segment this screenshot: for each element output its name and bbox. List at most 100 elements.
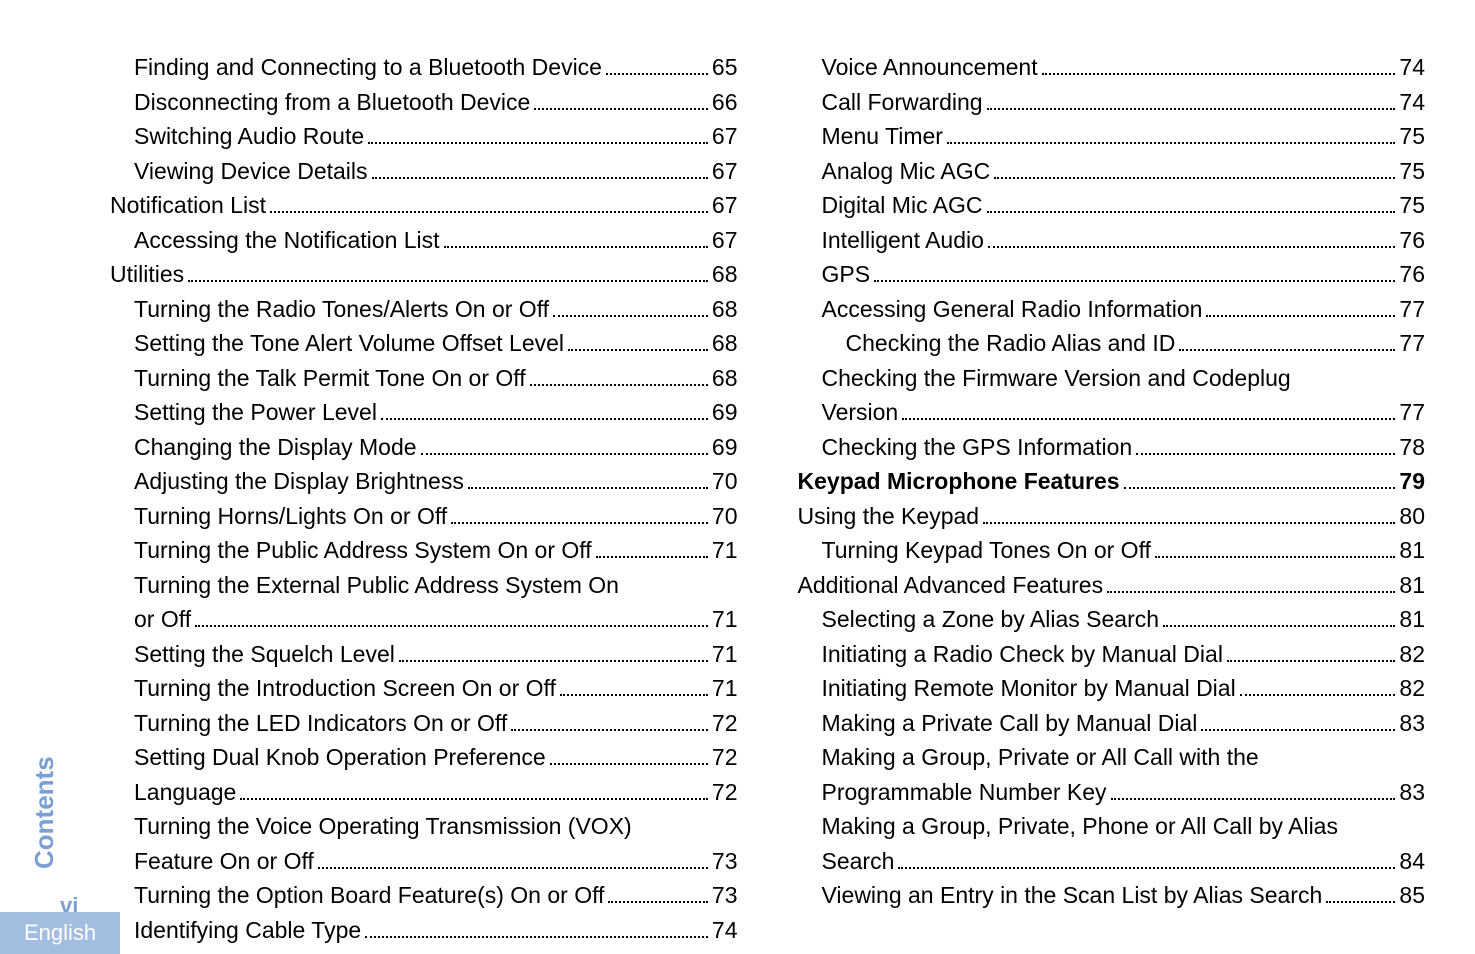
toc-entry[interactable]: Selecting a Zone by Alias Search 81 <box>798 602 1426 637</box>
toc-entry-page: 75 <box>1399 154 1425 189</box>
toc-entry-dots <box>451 501 708 524</box>
toc-entry[interactable]: Viewing an Entry in the Scan List by Ali… <box>798 878 1426 913</box>
toc-entry[interactable]: Accessing the Notification List67 <box>110 223 738 258</box>
toc-entry[interactable]: Version 77 <box>798 395 1426 430</box>
toc-entry-page: 80 <box>1399 499 1425 534</box>
toc-entry[interactable]: Menu Timer75 <box>798 119 1426 154</box>
toc-entry-label: Finding and Connecting to a Bluetooth De… <box>134 50 602 85</box>
toc-entry-page: 68 <box>712 326 738 361</box>
toc-entry[interactable]: Setting the Squelch Level71 <box>110 637 738 672</box>
toc-entry-dots <box>898 846 1395 869</box>
toc-entry-dots <box>1042 52 1396 75</box>
toc-entry[interactable]: Disconnecting from a Bluetooth Device66 <box>110 85 738 120</box>
toc-entry[interactable]: Programmable Number Key83 <box>798 775 1426 810</box>
toc-entry[interactable]: Voice Announcement74 <box>798 50 1426 85</box>
toc-entry[interactable]: Setting Dual Knob Operation Preference72 <box>110 740 738 775</box>
toc-entry[interactable]: Analog Mic AGC75 <box>798 154 1426 189</box>
toc-entry-dots <box>1155 535 1395 558</box>
toc-entry-label: Turning the LED Indicators On or Off <box>134 706 507 741</box>
toc-entry-dots <box>947 121 1395 144</box>
toc-entry[interactable]: Accessing General Radio Information77 <box>798 292 1426 327</box>
toc-entry-dots <box>553 294 708 317</box>
toc-entry-label: Keypad Microphone Features <box>798 464 1120 499</box>
toc-entry-label: Turning the Introduction Screen On or Of… <box>134 671 556 706</box>
toc-entry[interactable]: Turning Keypad Tones On or Off81 <box>798 533 1426 568</box>
toc-entry[interactable]: Initiating Remote Monitor by Manual Dial… <box>798 671 1426 706</box>
toc-entry-label: Selecting a Zone by Alias Search <box>822 602 1160 637</box>
toc-left-column: Finding and Connecting to a Bluetooth De… <box>110 50 738 947</box>
toc-entry[interactable]: Checking the GPS Information78 <box>798 430 1426 465</box>
toc-entry[interactable]: Finding and Connecting to a Bluetooth De… <box>110 50 738 85</box>
toc-entry-page: 72 <box>712 740 738 775</box>
toc-entry[interactable]: Initiating a Radio Check by Manual Dial8… <box>798 637 1426 672</box>
toc-entry[interactable]: Checking the Radio Alias and ID 77 <box>798 326 1426 361</box>
toc-entry[interactable]: Adjusting the Display Brightness70 <box>110 464 738 499</box>
toc-entry-dots <box>988 225 1396 248</box>
toc-entry[interactable]: Turning Horns/Lights On or Off70 <box>110 499 738 534</box>
toc-entry-wrap: Turning the Voice Operating Transmission… <box>110 809 738 844</box>
toc-entry-dots <box>318 846 708 869</box>
toc-entry[interactable]: Turning the Public Address System On or … <box>110 533 738 568</box>
toc-entry-page: 69 <box>712 395 738 430</box>
toc-entry[interactable]: Identifying Cable Type74 <box>110 913 738 948</box>
toc-entry-label: Setting the Squelch Level <box>134 637 395 672</box>
toc-entry[interactable]: Making a Private Call by Manual Dial83 <box>798 706 1426 741</box>
toc-entry-label: Turning Keypad Tones On or Off <box>822 533 1151 568</box>
toc-entry-dots <box>560 673 708 696</box>
toc-entry-page: 77 <box>1399 395 1425 430</box>
toc-entry[interactable]: Viewing Device Details67 <box>110 154 738 189</box>
toc-entry-dots <box>874 259 1395 282</box>
toc-entry-label: Turning Horns/Lights On or Off <box>134 499 447 534</box>
toc-entry[interactable]: Setting the Tone Alert Volume Offset Lev… <box>110 326 738 361</box>
toc-entry[interactable]: Turning the Introduction Screen On or Of… <box>110 671 738 706</box>
toc-entry-label: Call Forwarding <box>822 85 983 120</box>
toc-entry[interactable]: GPS76 <box>798 257 1426 292</box>
toc-entry-dots <box>568 328 708 351</box>
toc-entry[interactable]: Search84 <box>798 844 1426 879</box>
toc-entry[interactable]: Intelligent Audio76 <box>798 223 1426 258</box>
toc-entry[interactable]: Switching Audio Route67 <box>110 119 738 154</box>
toc-entry[interactable]: Using the Keypad80 <box>798 499 1426 534</box>
toc-entry[interactable]: Turning the Talk Permit Tone On or Off68 <box>110 361 738 396</box>
toc-entry[interactable]: Additional Advanced Features81 <box>798 568 1426 603</box>
toc-entry-dots <box>1179 328 1395 351</box>
toc-entry[interactable]: Turning the LED Indicators On or Off72 <box>110 706 738 741</box>
toc-entry-label: Additional Advanced Features <box>798 568 1104 603</box>
toc-entry[interactable]: Notification List67 <box>110 188 738 223</box>
toc-entry-page: 83 <box>1399 775 1425 810</box>
toc-entry-dots <box>270 190 708 213</box>
toc-entry-label: Voice Announcement <box>822 50 1038 85</box>
toc-entry-page: 81 <box>1399 602 1425 637</box>
toc-entry[interactable]: Utilities68 <box>110 257 738 292</box>
toc-entry-dots <box>1136 432 1395 455</box>
toc-columns: Finding and Connecting to a Bluetooth De… <box>110 50 1425 884</box>
toc-entry[interactable]: Setting the Power Level69 <box>110 395 738 430</box>
toc-entry-page: 68 <box>712 292 738 327</box>
toc-entry-page: 75 <box>1399 188 1425 223</box>
toc-entry-page: 66 <box>712 85 738 120</box>
toc-entry-label: Language <box>134 775 236 810</box>
toc-entry-page: 77 <box>1399 326 1425 361</box>
toc-entry[interactable]: Turning the Radio Tones/Alerts On or Off… <box>110 292 738 327</box>
toc-entry-page: 76 <box>1399 257 1425 292</box>
toc-entry[interactable]: Turning the Option Board Feature(s) On o… <box>110 878 738 913</box>
toc-entry-dots <box>368 121 708 144</box>
toc-entry-label: Checking the Radio Alias and ID <box>846 326 1176 361</box>
toc-entry-label: Setting the Tone Alert Volume Offset Lev… <box>134 326 564 361</box>
toc-entry-dots <box>1240 673 1396 696</box>
toc-entry-dots <box>1201 708 1395 731</box>
toc-entry-label: Version <box>822 395 899 430</box>
toc-entry[interactable]: Feature On or Off73 <box>110 844 738 879</box>
toc-entry-label: Viewing an Entry in the Scan List by Ali… <box>822 878 1323 913</box>
toc-entry[interactable]: Changing the Display Mode69 <box>110 430 738 465</box>
toc-entry[interactable]: Language72 <box>110 775 738 810</box>
toc-entry-page: 65 <box>712 50 738 85</box>
toc-entry-label: Initiating a Radio Check by Manual Dial <box>822 637 1223 672</box>
toc-entry-page: 71 <box>712 533 738 568</box>
toc-entry-label: Accessing General Radio Information <box>822 292 1203 327</box>
toc-entry[interactable]: or Off71 <box>110 602 738 637</box>
toc-entry-label: Turning the Option Board Feature(s) On o… <box>134 878 604 913</box>
toc-entry[interactable]: Call Forwarding74 <box>798 85 1426 120</box>
toc-entry[interactable]: Keypad Microphone Features79 <box>798 464 1426 499</box>
toc-entry[interactable]: Digital Mic AGC75 <box>798 188 1426 223</box>
